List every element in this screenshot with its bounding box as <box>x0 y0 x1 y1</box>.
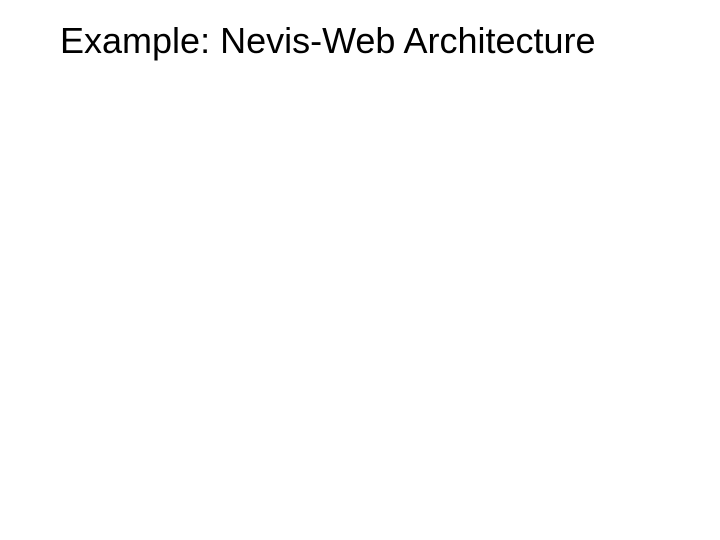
slide-container: Example: Nevis-Web Architecture <box>0 0 720 540</box>
slide-title: Example: Nevis-Web Architecture <box>0 20 720 62</box>
